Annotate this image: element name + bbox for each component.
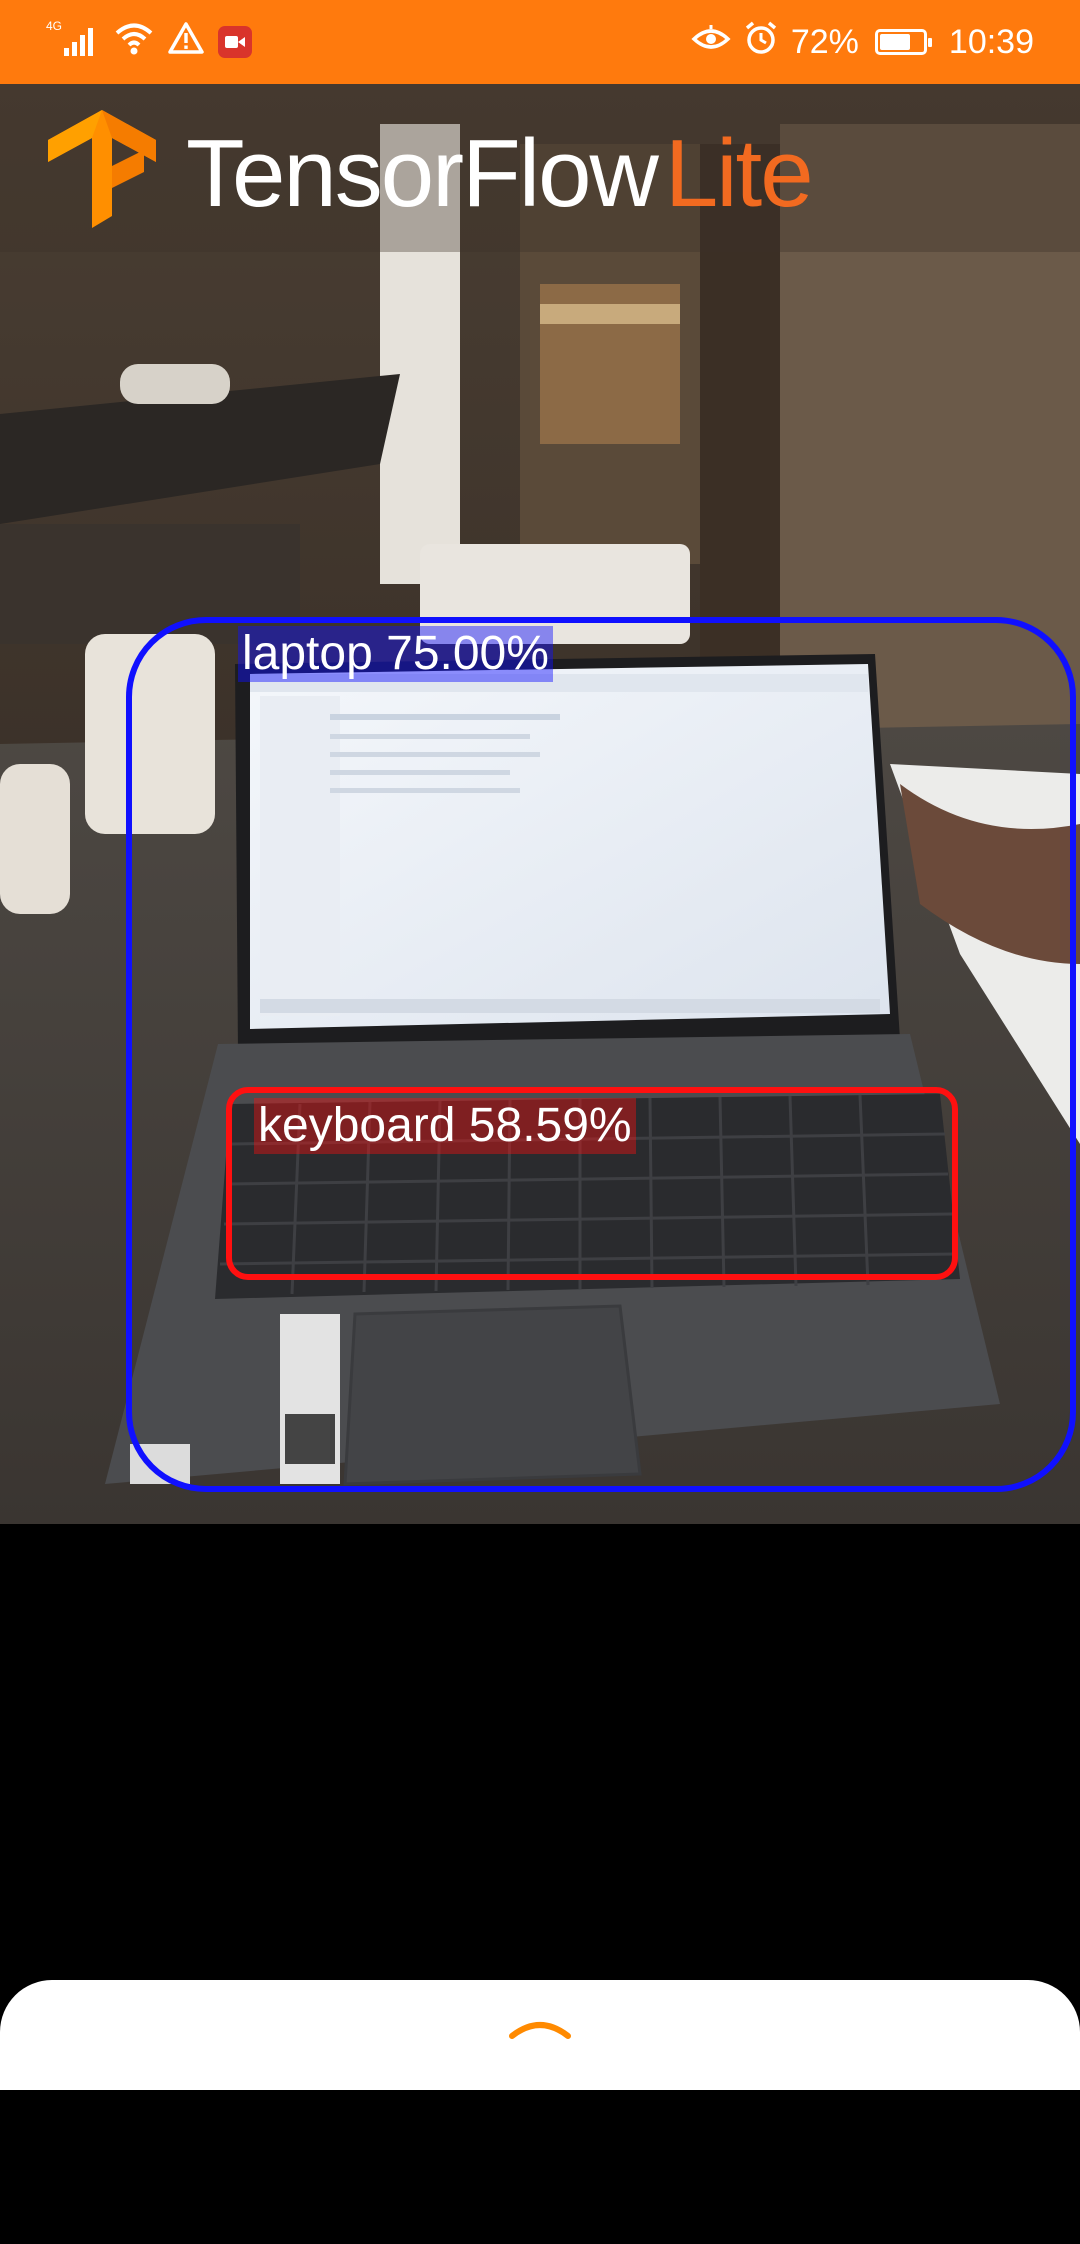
app-header: TensorFlowLite (0, 84, 1080, 252)
detection-box-laptop (126, 617, 1076, 1492)
status-bar-left: 4G (44, 18, 252, 66)
bottom-sheet[interactable] (0, 1980, 1080, 2090)
detection-label-keyboard: keyboard 58.59% (254, 1098, 636, 1154)
detection-label-laptop: laptop 75.00% (238, 626, 553, 682)
app-screen: 4G 72% 10:39 TensorFlowLite laptop 75.00… (0, 0, 1080, 2244)
app-title: TensorFlowLite (186, 120, 814, 227)
screen-record-icon (218, 26, 252, 58)
app-title-accent: Lite (664, 120, 814, 227)
app-title-main: TensorFlow (186, 120, 659, 227)
clock: 10:39 (948, 23, 1034, 61)
eye-comfort-icon (691, 23, 731, 62)
battery-level (879, 34, 911, 50)
tensorflow-logo (48, 110, 156, 228)
status-bar-right: 72% 10:39 (691, 18, 1034, 66)
battery-percent: 72% (790, 23, 859, 61)
signal-icon: 4G (44, 18, 100, 67)
status-bar: 4G 72% 10:39 (0, 0, 1080, 84)
battery-icon (874, 29, 932, 55)
alarm-icon (743, 20, 779, 65)
chevron-up-icon[interactable] (508, 2014, 572, 2042)
warning-icon (168, 21, 204, 64)
network-type: 4G (46, 19, 62, 33)
wifi-icon (114, 20, 154, 65)
